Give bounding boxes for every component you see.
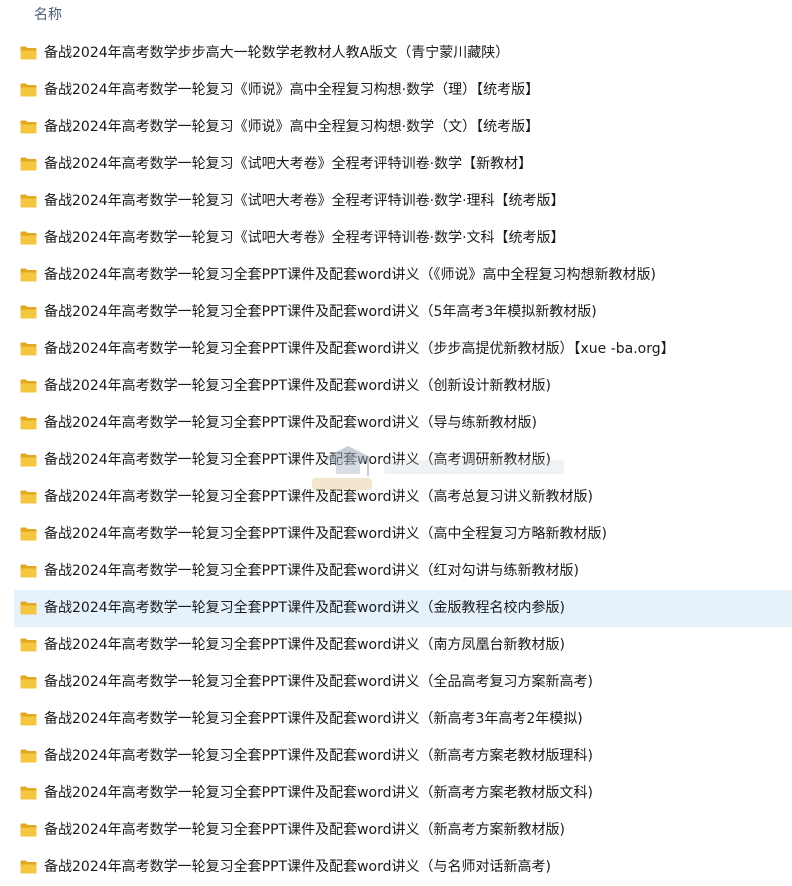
file-row[interactable]: 备战2024年高考数学一轮复习全套PPT课件及配套word讲义（南方凤凰台新教材… — [14, 627, 792, 664]
file-name: 备战2024年高考数学一轮复习全套PPT课件及配套word讲义（导与练新教材版) — [44, 415, 537, 431]
file-name: 备战2024年高考数学一轮复习《师说》高中全程复习构想·数学（文）【统考版】 — [44, 119, 540, 135]
column-header: ^ 名称 — [0, 0, 792, 28]
file-row[interactable]: 备战2024年高考数学一轮复习全套PPT课件及配套word讲义（红对勾讲与练新教… — [14, 553, 792, 590]
file-name: 备战2024年高考数学一轮复习全套PPT课件及配套word讲义（步步高提优新教材… — [44, 341, 675, 357]
file-row[interactable]: 备战2024年高考数学一轮复习《师说》高中全程复习构想·数学（文）【统考版】 — [14, 109, 792, 146]
file-name: 备战2024年高考数学一轮复习《试吧大考卷》全程考评特训卷·数学·理科【统考版】 — [44, 193, 565, 209]
folder-icon — [20, 83, 37, 97]
folder-icon — [20, 157, 37, 171]
folder-icon — [20, 638, 37, 652]
file-name: 备战2024年高考数学一轮复习全套PPT课件及配套word讲义（高考总复习讲义新… — [44, 489, 593, 505]
folder-icon — [20, 231, 37, 245]
file-name: 备战2024年高考数学一轮复习全套PPT课件及配套word讲义（创新设计新教材版… — [44, 378, 551, 394]
folder-icon — [20, 194, 37, 208]
file-name: 备战2024年高考数学一轮复习全套PPT课件及配套word讲义（《师说》高中全程… — [44, 267, 656, 283]
file-row[interactable]: 备战2024年高考数学一轮复习全套PPT课件及配套word讲义（5年高考3年模拟… — [14, 294, 792, 331]
file-name: 备战2024年高考数学一轮复习全套PPT课件及配套word讲义（新高考3年高考2… — [44, 711, 583, 727]
file-name: 备战2024年高考数学一轮复习《试吧大考卷》全程考评特训卷·数学【新教材】 — [44, 156, 533, 172]
file-name: 备战2024年高考数学一轮复习《师说》高中全程复习构想·数学（理）【统考版】 — [44, 82, 540, 98]
folder-icon — [20, 749, 37, 763]
file-row[interactable]: 备战2024年高考数学一轮复习《试吧大考卷》全程考评特训卷·数学【新教材】 — [14, 146, 792, 183]
folder-icon — [20, 860, 37, 874]
file-name: 备战2024年高考数学一轮复习全套PPT课件及配套word讲义（高考调研新教材版… — [44, 452, 551, 468]
file-row[interactable]: 备战2024年高考数学一轮复习全套PPT课件及配套word讲义（新高考方案老教材… — [14, 775, 792, 812]
sort-caret-icon[interactable]: ^ — [484, 0, 493, 7]
file-row[interactable]: 备战2024年高考数学一轮复习《试吧大考卷》全程考评特训卷·数学·文科【统考版】 — [14, 220, 792, 257]
file-row[interactable]: 备战2024年高考数学一轮复习全套PPT课件及配套word讲义（新高考3年高考2… — [14, 701, 792, 738]
file-row[interactable]: 备战2024年高考数学一轮复习《师说》高中全程复习构想·数学（理）【统考版】 — [14, 72, 792, 109]
file-row[interactable]: 备战2024年高考数学一轮复习全套PPT课件及配套word讲义（高考调研新教材版… — [14, 442, 792, 479]
folder-icon — [20, 305, 37, 319]
file-name: 备战2024年高考数学一轮复习全套PPT课件及配套word讲义（南方凤凰台新教材… — [44, 637, 565, 653]
file-row[interactable]: 备战2024年高考数学一轮复习全套PPT课件及配套word讲义（《师说》高中全程… — [14, 257, 792, 294]
folder-icon — [20, 416, 37, 430]
file-name: 备战2024年高考数学一轮复习全套PPT课件及配套word讲义（金版教程名校内参… — [44, 600, 565, 616]
file-name: 备战2024年高考数学一轮复习全套PPT课件及配套word讲义（高中全程复习方略… — [44, 526, 607, 542]
file-row[interactable]: 备战2024年高考数学一轮复习全套PPT课件及配套word讲义（与名师对话新高考… — [14, 849, 792, 886]
folder-icon — [20, 342, 37, 356]
file-name: 备战2024年高考数学一轮复习全套PPT课件及配套word讲义（新高考方案老教材… — [44, 785, 593, 801]
file-row[interactable]: 备战2024年高考数学一轮复习《试吧大考卷》全程考评特训卷·数学·理科【统考版】 — [14, 183, 792, 220]
file-row[interactable]: 备战2024年高考数学一轮复习全套PPT课件及配套word讲义（新高考方案老教材… — [14, 738, 792, 775]
folder-icon — [20, 120, 37, 134]
folder-icon — [20, 823, 37, 837]
folder-icon — [20, 46, 37, 60]
column-header-name[interactable]: 名称 — [34, 4, 62, 24]
file-name: 备战2024年高考数学步步高大一轮数学老教材人教A版文（青宁蒙川藏陕） — [44, 45, 510, 61]
file-row[interactable]: 备战2024年高考数学一轮复习全套PPT课件及配套word讲义（新高考方案新教材… — [14, 812, 792, 849]
file-row[interactable]: 备战2024年高考数学一轮复习全套PPT课件及配套word讲义（创新设计新教材版… — [14, 368, 792, 405]
folder-icon — [20, 453, 37, 467]
folder-icon — [20, 712, 37, 726]
file-row[interactable]: 备战2024年高考数学一轮复习全套PPT课件及配套word讲义（步步高提优新教材… — [14, 331, 792, 368]
file-name: 备战2024年高考数学一轮复习《试吧大考卷》全程考评特训卷·数学·文科【统考版】 — [44, 230, 565, 246]
folder-icon — [20, 490, 37, 504]
folder-icon — [20, 601, 37, 615]
folder-icon — [20, 675, 37, 689]
file-row[interactable]: 备战2024年高考数学一轮复习全套PPT课件及配套word讲义（导与练新教材版) — [14, 405, 792, 442]
file-row[interactable]: 备战2024年高考数学一轮复习全套PPT课件及配套word讲义（全品高考复习方案… — [14, 664, 792, 701]
file-name: 备战2024年高考数学一轮复习全套PPT课件及配套word讲义（红对勾讲与练新教… — [44, 563, 579, 579]
folder-icon — [20, 786, 37, 800]
file-row[interactable]: 备战2024年高考数学一轮复习全套PPT课件及配套word讲义（高考总复习讲义新… — [14, 479, 792, 516]
file-row[interactable]: 备战2024年高考数学一轮复习全套PPT课件及配套word讲义（金版教程名校内参… — [14, 590, 792, 627]
file-name: 备战2024年高考数学一轮复习全套PPT课件及配套word讲义（新高考方案老教材… — [44, 748, 593, 764]
folder-icon — [20, 268, 37, 282]
file-name: 备战2024年高考数学一轮复习全套PPT课件及配套word讲义（与名师对话新高考… — [44, 859, 551, 875]
folder-icon — [20, 527, 37, 541]
file-row[interactable]: 备战2024年高考数学步步高大一轮数学老教材人教A版文（青宁蒙川藏陕） — [14, 35, 792, 72]
file-name: 备战2024年高考数学一轮复习全套PPT课件及配套word讲义（5年高考3年模拟… — [44, 304, 597, 320]
file-row[interactable]: 备战2024年高考数学一轮复习全套PPT课件及配套word讲义（高中全程复习方略… — [14, 516, 792, 553]
folder-icon — [20, 564, 37, 578]
file-name: 备战2024年高考数学一轮复习全套PPT课件及配套word讲义（全品高考复习方案… — [44, 674, 593, 690]
file-name: 备战2024年高考数学一轮复习全套PPT课件及配套word讲义（新高考方案新教材… — [44, 822, 565, 838]
file-list: 备战2024年高考数学步步高大一轮数学老教材人教A版文（青宁蒙川藏陕） 备战202… — [0, 35, 792, 886]
folder-icon — [20, 379, 37, 393]
